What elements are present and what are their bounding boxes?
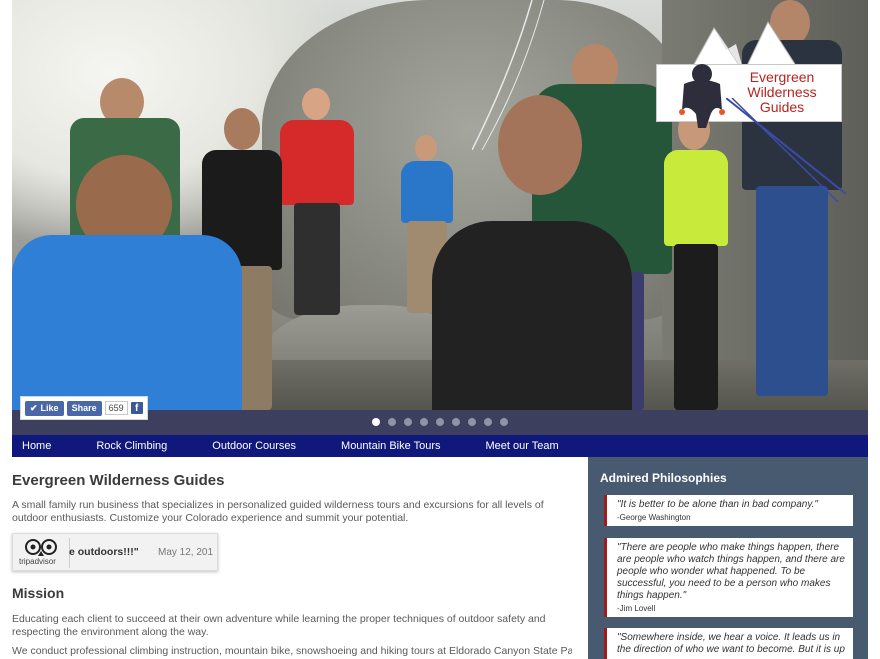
nav-mountain-bike-tours[interactable]: Mountain Bike Tours [341,440,440,452]
sidebar-title: Admired Philosophies [600,471,727,485]
facebook-like-button[interactable]: ✔ Like [25,400,64,416]
slider-dot[interactable] [484,418,492,426]
quote-text: "Somewhere inside, we hear a voice. It l… [617,632,845,655]
tripadvisor-widget[interactable]: tripadvisor e outdoors!!!" May 12, 201 [12,533,218,571]
services-text: We conduct professional climbing instruc… [12,645,572,657]
review-snippet: e outdoors!!!" [69,546,139,558]
check-icon: ✔ [30,402,38,413]
slider-dot[interactable] [372,418,380,426]
nav-meet-our-team[interactable]: Meet our Team [486,440,559,452]
slider-dot[interactable] [500,418,508,426]
brand-logo[interactable]: Evergreen Wilderness Guides [656,18,847,203]
nav-rock-climbing[interactable]: Rock Climbing [96,440,167,452]
social-share-bar: ✔ Like Share 659 f [20,396,148,420]
facebook-icon[interactable]: f [130,402,143,414]
slider-dot[interactable] [388,418,396,426]
tripadvisor-brand: tripadvisor [19,557,56,566]
slider-dot[interactable] [404,418,412,426]
share-count: 659 [104,401,128,415]
intro-text: A small family run business that special… [12,499,544,524]
student-figure [12,155,242,410]
quote-text: "There are people who make things happen… [617,542,845,601]
rope-icon [726,98,847,203]
main-nav: Home Rock Climbing Outdoor Courses Mount… [12,435,868,457]
main-content: Evergreen Wilderness Guides A small fami… [12,457,588,659]
quote-author: -Jim Lovell [617,604,656,613]
quote-text: "It is better to be alone than in bad co… [617,499,818,510]
mission-text: Educating each client to succeed at thei… [12,613,546,638]
slider-dot[interactable] [468,418,476,426]
slider-dot[interactable] [436,418,444,426]
quote-author: -George Washington [617,513,691,522]
slider-dot[interactable] [452,418,460,426]
nav-home[interactable]: Home [22,440,51,452]
review-date: May 12, 201 [158,547,214,558]
sidebar: Admired Philosophies "It is better to be… [588,457,868,659]
climber-logo-icon [679,64,725,128]
page-title: Evergreen Wilderness Guides [12,472,225,489]
facebook-share-button[interactable]: Share [66,400,102,416]
student-figure [664,110,728,410]
hero-image: Evergreen Wilderness Guides [12,0,868,410]
nav-outdoor-courses[interactable]: Outdoor Courses [212,440,296,452]
page: Evergreen Wilderness Guides ✔ Like Share… [12,0,868,659]
quote-card: "There are people who make things happen… [604,538,853,617]
mission-heading: Mission [12,585,65,601]
quote-card: "Somewhere inside, we hear a voice. It l… [604,628,853,659]
slider-dot[interactable] [420,418,428,426]
quote-card: "It is better to be alone than in bad co… [604,495,853,526]
rope-line [472,0,545,150]
